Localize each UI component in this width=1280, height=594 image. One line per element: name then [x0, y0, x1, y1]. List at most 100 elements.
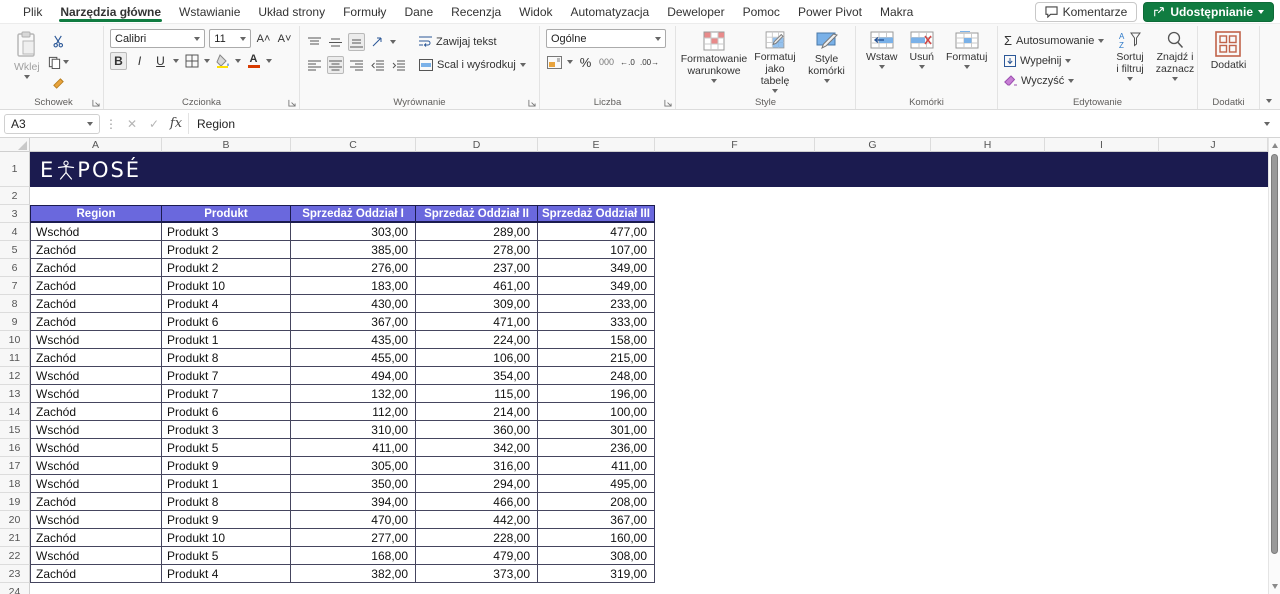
decrease-indent-button[interactable] [369, 56, 386, 74]
column-header-G[interactable]: G [815, 138, 931, 152]
font-color-button[interactable]: A [245, 52, 262, 70]
menu-tab-dane[interactable]: Dane [395, 0, 442, 23]
table-cell[interactable]: Wschód [30, 547, 162, 565]
menu-tab-deweloper[interactable]: Deweloper [658, 0, 733, 23]
find-select-button[interactable]: Znajdź i zaznacz [1152, 29, 1199, 95]
table-cell[interactable]: 214,00 [416, 403, 538, 421]
row-header-15[interactable]: 15 [0, 421, 30, 439]
table-cell[interactable]: 168,00 [291, 547, 416, 565]
align-center-button[interactable] [327, 56, 344, 74]
table-cell[interactable]: Produkt 10 [162, 277, 291, 295]
table-cell[interactable]: 106,00 [416, 349, 538, 367]
dialog-launcher-icon[interactable] [92, 99, 100, 107]
table-cell[interactable]: Zachód [30, 277, 162, 295]
share-button[interactable]: Udostępnianie [1143, 2, 1274, 22]
column-header-E[interactable]: E [538, 138, 655, 152]
table-cell[interactable]: 477,00 [538, 223, 655, 241]
table-cell[interactable]: Produkt 8 [162, 349, 291, 367]
table-cell[interactable]: 360,00 [416, 421, 538, 439]
sort-filter-button[interactable]: AZ Sortuj i filtruj [1112, 29, 1147, 95]
scrollbar-thumb[interactable] [1271, 154, 1278, 554]
menu-tab-narz-dzia-g-wne[interactable]: Narzędzia główne [51, 0, 170, 23]
table-cell[interactable]: 276,00 [291, 259, 416, 277]
table-cell[interactable]: Produkt 8 [162, 493, 291, 511]
table-cell[interactable]: Wschód [30, 385, 162, 403]
table-cell[interactable]: 107,00 [538, 241, 655, 259]
column-header-C[interactable]: C [291, 138, 416, 152]
font-size-combo[interactable]: 11 [209, 29, 251, 48]
table-cell[interactable]: 308,00 [538, 547, 655, 565]
row-header-24[interactable]: 24 [0, 583, 30, 594]
column-header-F[interactable]: F [655, 138, 815, 152]
decrease-decimal-button[interactable]: .00→ [640, 53, 659, 71]
autosum-button[interactable]: Σ Autosumowanie [1004, 32, 1104, 49]
column-header-I[interactable]: I [1045, 138, 1159, 152]
wrap-text-button[interactable]: Zawijaj tekst [419, 33, 526, 50]
row-header-17[interactable]: 17 [0, 457, 30, 475]
collapse-ribbon-icon[interactable] [1266, 99, 1272, 103]
table-header-cell[interactable]: Sprzedaż Oddział III [538, 205, 655, 223]
row-header-4[interactable]: 4 [0, 223, 30, 241]
table-cell[interactable]: Wschód [30, 457, 162, 475]
table-cell[interactable]: 278,00 [416, 241, 538, 259]
formula-input[interactable]: Region [188, 113, 1262, 134]
fill-color-button[interactable] [214, 52, 231, 70]
spreadsheet-grid[interactable]: ABCDEFGHIJ123456789101112131415161718192… [0, 138, 1268, 594]
conditional-formatting-button[interactable]: Formatowanie warunkowe [682, 29, 746, 95]
table-cell[interactable]: 382,00 [291, 565, 416, 583]
table-cell[interactable]: 215,00 [538, 349, 655, 367]
table-cell[interactable]: 305,00 [291, 457, 416, 475]
fill-button[interactable]: Wypełnij [1004, 52, 1104, 69]
table-cell[interactable]: Wschód [30, 223, 162, 241]
row-header-10[interactable]: 10 [0, 331, 30, 349]
format-painter-button[interactable] [48, 74, 69, 92]
table-cell[interactable]: 442,00 [416, 511, 538, 529]
delete-cells-button[interactable]: Usuń [906, 29, 939, 95]
table-cell[interactable]: Produkt 9 [162, 457, 291, 475]
table-cell[interactable]: 411,00 [291, 439, 416, 457]
dialog-launcher-icon[interactable] [664, 99, 672, 107]
table-cell[interactable]: 342,00 [416, 439, 538, 457]
column-header-B[interactable]: B [162, 138, 291, 152]
underline-button[interactable]: U [152, 52, 169, 70]
scroll-up-icon[interactable] [1272, 143, 1278, 148]
table-cell[interactable]: 183,00 [291, 277, 416, 295]
table-header-cell[interactable]: Sprzedaż Oddział II [416, 205, 538, 223]
align-bottom-button[interactable] [348, 33, 365, 51]
paste-button[interactable]: Wklej [10, 29, 44, 95]
table-cell[interactable]: Wschód [30, 421, 162, 439]
menu-tab-makra[interactable]: Makra [871, 0, 922, 23]
table-cell[interactable]: Zachód [30, 403, 162, 421]
table-cell[interactable]: 430,00 [291, 295, 416, 313]
table-cell[interactable]: 100,00 [538, 403, 655, 421]
table-cell[interactable]: 132,00 [291, 385, 416, 403]
accounting-format-button[interactable] [546, 53, 563, 71]
table-cell[interactable]: 350,00 [291, 475, 416, 493]
row-header-13[interactable]: 13 [0, 385, 30, 403]
name-box[interactable]: A3 [4, 114, 100, 134]
bold-button[interactable]: B [110, 52, 127, 70]
table-cell[interactable]: Produkt 5 [162, 547, 291, 565]
table-cell[interactable]: 301,00 [538, 421, 655, 439]
table-cell[interactable]: Zachód [30, 565, 162, 583]
column-header-H[interactable]: H [931, 138, 1045, 152]
table-cell[interactable]: Produkt 4 [162, 295, 291, 313]
borders-button[interactable] [183, 52, 200, 70]
row-header-12[interactable]: 12 [0, 367, 30, 385]
row-header-1[interactable]: 1 [0, 152, 30, 187]
row-header-8[interactable]: 8 [0, 295, 30, 313]
italic-button[interactable]: I [131, 52, 148, 70]
grow-font-button[interactable]: A˄ [255, 30, 272, 48]
table-cell[interactable]: 248,00 [538, 367, 655, 385]
table-cell[interactable]: 333,00 [538, 313, 655, 331]
table-cell[interactable]: Zachód [30, 349, 162, 367]
table-cell[interactable]: 479,00 [416, 547, 538, 565]
table-cell[interactable]: Produkt 7 [162, 385, 291, 403]
menu-tab-uk-ad-strony[interactable]: Układ strony [249, 0, 334, 23]
table-cell[interactable]: 236,00 [538, 439, 655, 457]
table-cell[interactable]: 385,00 [291, 241, 416, 259]
shrink-font-button[interactable]: A˅ [276, 30, 293, 48]
table-cell[interactable]: Produkt 2 [162, 241, 291, 259]
expand-formula-bar-icon[interactable] [1264, 122, 1270, 126]
menu-tab-plik[interactable]: Plik [14, 0, 51, 23]
